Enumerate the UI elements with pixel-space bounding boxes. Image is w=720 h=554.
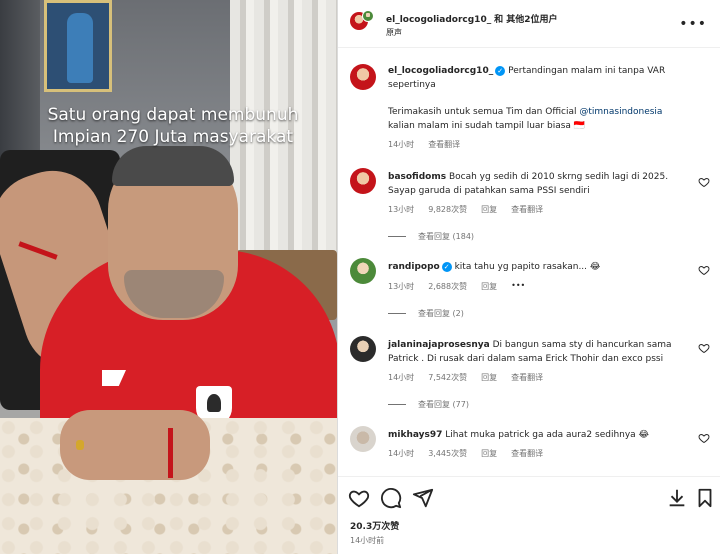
action-bar: 20.3万次赞 14小时前 xyxy=(338,476,720,554)
see-translation-button[interactable]: 查看翻译 xyxy=(511,204,543,215)
download-icon[interactable] xyxy=(666,487,688,509)
caption-time: 14小时 xyxy=(388,140,415,149)
reply-button[interactable]: 回复 xyxy=(481,281,497,292)
comment-likes[interactable]: 2,688次赞 xyxy=(428,281,467,292)
comment-text: Lihat muka patrick ga ada aura2 sedihnya… xyxy=(445,430,650,440)
video-caption-overlay: Satu orang dapat membunuh Impian 270 Jut… xyxy=(28,104,318,148)
verified-badge-icon: ✓ xyxy=(495,65,506,76)
audio-label[interactable]: 原声 xyxy=(386,27,402,38)
share-send-icon[interactable] xyxy=(412,487,434,509)
reply-button[interactable]: 回复 xyxy=(481,372,497,383)
see-translation-button[interactable]: 查看翻译 xyxy=(428,139,460,150)
comment-likes[interactable]: 7,542次赞 xyxy=(428,372,467,383)
header-username[interactable]: el_locogoliadorcg10_ xyxy=(386,15,491,25)
comment-avatar[interactable] xyxy=(350,336,376,362)
comment-time: 14小时 xyxy=(388,373,415,382)
view-replies-button[interactable]: 查看回复 (77) xyxy=(388,399,469,410)
person-hair xyxy=(112,146,234,186)
comment-username[interactable]: randipopo xyxy=(388,262,440,272)
wall-photo-frame xyxy=(44,0,112,92)
view-replies-button[interactable]: 查看回复 (184) xyxy=(388,231,474,242)
comment-text-2: Sayap garuda di patahkan sama PSSI sendi… xyxy=(388,186,590,196)
comment-username[interactable]: mikhays97 xyxy=(388,430,442,440)
view-replies-label[interactable]: 查看回复 (184) xyxy=(418,231,474,242)
collab-avatar[interactable] xyxy=(362,10,374,22)
heart-icon[interactable] xyxy=(698,432,710,444)
comment-likes[interactable]: 3,445次赞 xyxy=(428,448,467,459)
comments-panel: el_locogoliadorcg10_ 和 其他2位用户 原声 ••• el_… xyxy=(337,0,720,554)
heart-icon[interactable] xyxy=(698,264,710,276)
gold-ring xyxy=(76,440,84,450)
comment-time: 13小时 xyxy=(388,282,415,291)
comment-text-2: Patrick . Di rusak dari dalam sama Erick… xyxy=(388,354,664,364)
collab-label[interactable]: 和 其他2位用户 xyxy=(494,15,557,25)
comment-text: Di bangun sama sty di hancurkan sama xyxy=(492,340,672,350)
view-replies-label[interactable]: 查看回复 (77) xyxy=(418,399,469,410)
comment-likes[interactable]: 9,828次赞 xyxy=(428,204,467,215)
post-header: el_locogoliadorcg10_ 和 其他2位用户 原声 ••• xyxy=(338,0,720,48)
comment-avatar[interactable] xyxy=(350,168,376,194)
comment-avatar[interactable] xyxy=(350,258,376,284)
verified-badge-icon: ✓ xyxy=(441,261,452,272)
comment-bubble-icon[interactable] xyxy=(380,487,402,509)
heart-icon[interactable] xyxy=(698,342,710,354)
comment-avatar[interactable] xyxy=(350,426,376,452)
likes-count[interactable]: 20.3万次赞 xyxy=(350,519,399,532)
caption-avatar[interactable] xyxy=(350,64,376,90)
more-horizontal-icon[interactable]: ••• xyxy=(679,16,707,32)
comment-username[interactable]: jalaninajaprosesnya xyxy=(388,340,490,350)
comment-options-button[interactable]: ••• xyxy=(511,281,525,292)
caption-text-1: Pertandingan malam ini tanpa VAR xyxy=(508,66,666,76)
comment-username[interactable]: basofidoms xyxy=(388,172,446,182)
red-bracelet xyxy=(168,428,173,478)
view-replies-button[interactable]: 查看回复 (2) xyxy=(388,308,464,319)
caption-text-4: kalian malam ini sudah tampil luar biasa… xyxy=(388,121,585,131)
save-bookmark-icon[interactable] xyxy=(694,487,716,509)
comment-time: 13小时 xyxy=(388,205,415,214)
jersey-logo xyxy=(102,370,126,386)
overlay-line-2: Impian 270 Juta masyarakat xyxy=(52,127,294,147)
caption-text-3: Terimakasih untuk semua Tim dan Official xyxy=(388,107,577,117)
comment-text: kita tahu yg papito rasakan... 😂 xyxy=(454,262,601,272)
reply-button[interactable]: 回复 xyxy=(481,204,497,215)
comment-time: 14小时 xyxy=(388,449,415,458)
caption-text-2: sepertinya xyxy=(388,80,436,90)
view-replies-label[interactable]: 查看回复 (2) xyxy=(418,308,464,319)
post-video[interactable]: Satu orang dapat membunuh Impian 270 Jut… xyxy=(0,0,337,554)
see-translation-button[interactable]: 查看翻译 xyxy=(511,372,543,383)
overlay-line-1: Satu orang dapat membunuh xyxy=(47,105,299,125)
reply-button[interactable]: 回复 xyxy=(481,448,497,459)
post-time: 14小时前 xyxy=(350,536,385,545)
caption-username[interactable]: el_locogoliadorcg10_ xyxy=(388,66,493,76)
see-translation-button[interactable]: 查看翻译 xyxy=(511,448,543,459)
mention-link[interactable]: @timnasindonesia xyxy=(579,107,662,117)
like-heart-icon[interactable] xyxy=(348,487,370,509)
heart-icon[interactable] xyxy=(698,176,710,188)
comment-text: Bocah yg sedih di 2010 skrng sedih lagi … xyxy=(448,172,669,182)
